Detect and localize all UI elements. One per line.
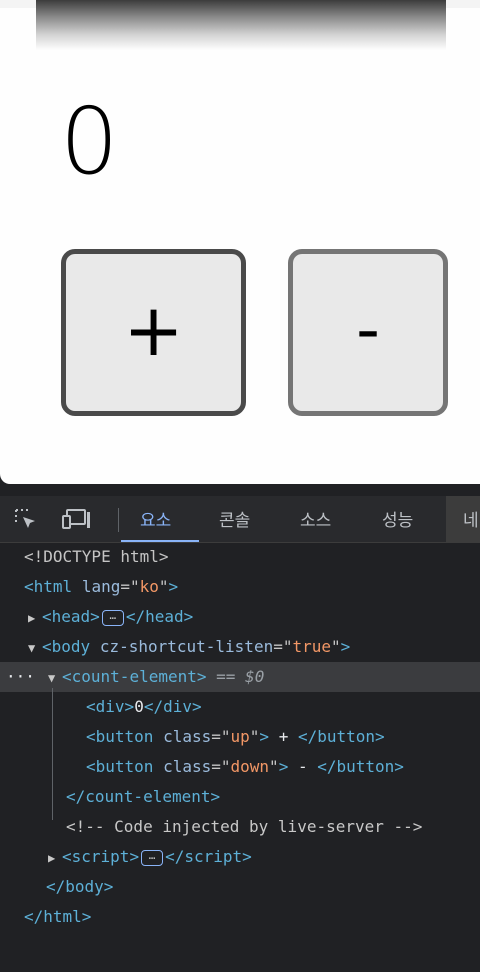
html-close-tag-name: html <box>43 907 82 926</box>
more-options-icon[interactable]: ··· <box>6 662 35 692</box>
body-attr-value: true <box>292 637 331 656</box>
tab-network-label: 네 <box>463 511 479 531</box>
selected-node-marker: == $0 <box>216 667 265 686</box>
devtools-toolbar: 요소 콘솔 소스 성능 네 <box>0 496 480 543</box>
tab-console[interactable]: 콘솔 <box>219 506 250 531</box>
tree-indent-guide <box>52 688 53 820</box>
expand-triangle-icon[interactable]: ▶ <box>28 603 42 633</box>
button-down-class-value: down <box>230 757 270 776</box>
count-element-close-tag-name: count-element <box>85 787 211 806</box>
collapsed-content-ellipsis-icon[interactable]: … <box>141 849 164 866</box>
button-up-class-value: up <box>230 727 250 746</box>
tree-body-close[interactable]: </body> <box>46 872 113 902</box>
button-up-attr-name: class <box>163 727 212 746</box>
body-tag-name: body <box>51 637 91 656</box>
inspect-element-icon[interactable] <box>14 508 38 530</box>
tab-performance[interactable]: 성능 <box>382 506 413 531</box>
button-down-close-tag-name: button <box>336 757 395 776</box>
html-tag-name: html <box>33 577 73 596</box>
collapse-triangle-icon[interactable]: ▼ <box>48 663 62 693</box>
div-close-tag-name: div <box>163 697 192 716</box>
increment-button-label: + <box>123 287 184 372</box>
div-tag-name: div <box>95 697 125 716</box>
devtools-panel: 요소 콘솔 소스 성능 네 <!DOCTYPE html> <html lang… <box>0 484 480 972</box>
tree-button-down[interactable]: <button class="down"> - </button> <box>86 752 404 782</box>
tree-comment[interactable]: <!-- Code injected by live-server --> <box>66 812 422 842</box>
viewport-top-shadow <box>36 0 446 50</box>
tree-html-open[interactable]: <html lang="ko"> <box>24 572 178 602</box>
tree-head[interactable]: ▶ <head>… </head> <box>28 602 193 632</box>
button-down-tag-name: button <box>95 757 154 776</box>
body-attr-name: cz-shortcut-listen <box>99 637 274 656</box>
tree-html-close[interactable]: </html> <box>24 902 91 932</box>
decrement-button[interactable]: - <box>288 249 448 416</box>
button-down-text: - <box>288 757 318 776</box>
button-up-tag-name: button <box>95 727 154 746</box>
decrement-button-label: - <box>356 290 380 368</box>
count-element-tag-name: count-element <box>71 667 197 686</box>
toolbar-separator <box>118 508 119 532</box>
tree-body-open[interactable]: ▼ <body cz-shortcut-listen="true"> <box>28 632 350 662</box>
tree-div[interactable]: <div>0</div> <box>86 692 202 722</box>
collapsed-content-ellipsis-icon[interactable]: … <box>101 609 124 626</box>
script-tag-name: script <box>71 847 130 866</box>
page-viewport: 0 + - <box>0 0 480 484</box>
html-attr-name: lang <box>81 577 121 596</box>
tree-count-element-selected[interactable]: ··· ▼ <count-element> == $0 <box>0 662 480 692</box>
device-toolbar-icon[interactable] <box>62 508 92 530</box>
html-attr-value: ko <box>139 577 159 596</box>
tree-doctype[interactable]: <!DOCTYPE html> <box>24 542 169 572</box>
counter-value: 0 <box>60 88 119 195</box>
tab-network-partial[interactable]: 네 <box>446 496 480 542</box>
tree-button-up[interactable]: <button class="up"> + </button> <box>86 722 385 752</box>
script-close-tag-name: script <box>184 847 243 866</box>
div-text: 0 <box>134 697 144 716</box>
tab-elements[interactable]: 요소 <box>140 506 171 531</box>
increment-button[interactable]: + <box>61 249 246 416</box>
tree-script[interactable]: ▶ <script>… </script> <box>48 842 252 872</box>
button-down-attr-name: class <box>163 757 212 776</box>
button-up-close-tag-name: button <box>317 727 376 746</box>
button-up-text: + <box>269 727 298 746</box>
tree-count-element-close[interactable]: </count-element> <box>66 782 220 812</box>
collapse-triangle-icon[interactable]: ▼ <box>28 633 42 663</box>
doctype-text: <!DOCTYPE html> <box>24 547 169 566</box>
live-server-comment: <!-- Code injected by live-server --> <box>66 817 423 836</box>
body-close-tag-name: body <box>65 877 104 896</box>
head-tag-name: head <box>51 607 91 626</box>
tab-sources[interactable]: 소스 <box>300 506 331 531</box>
expand-triangle-icon[interactable]: ▶ <box>48 843 62 873</box>
head-close-tag-name: head <box>145 607 184 626</box>
